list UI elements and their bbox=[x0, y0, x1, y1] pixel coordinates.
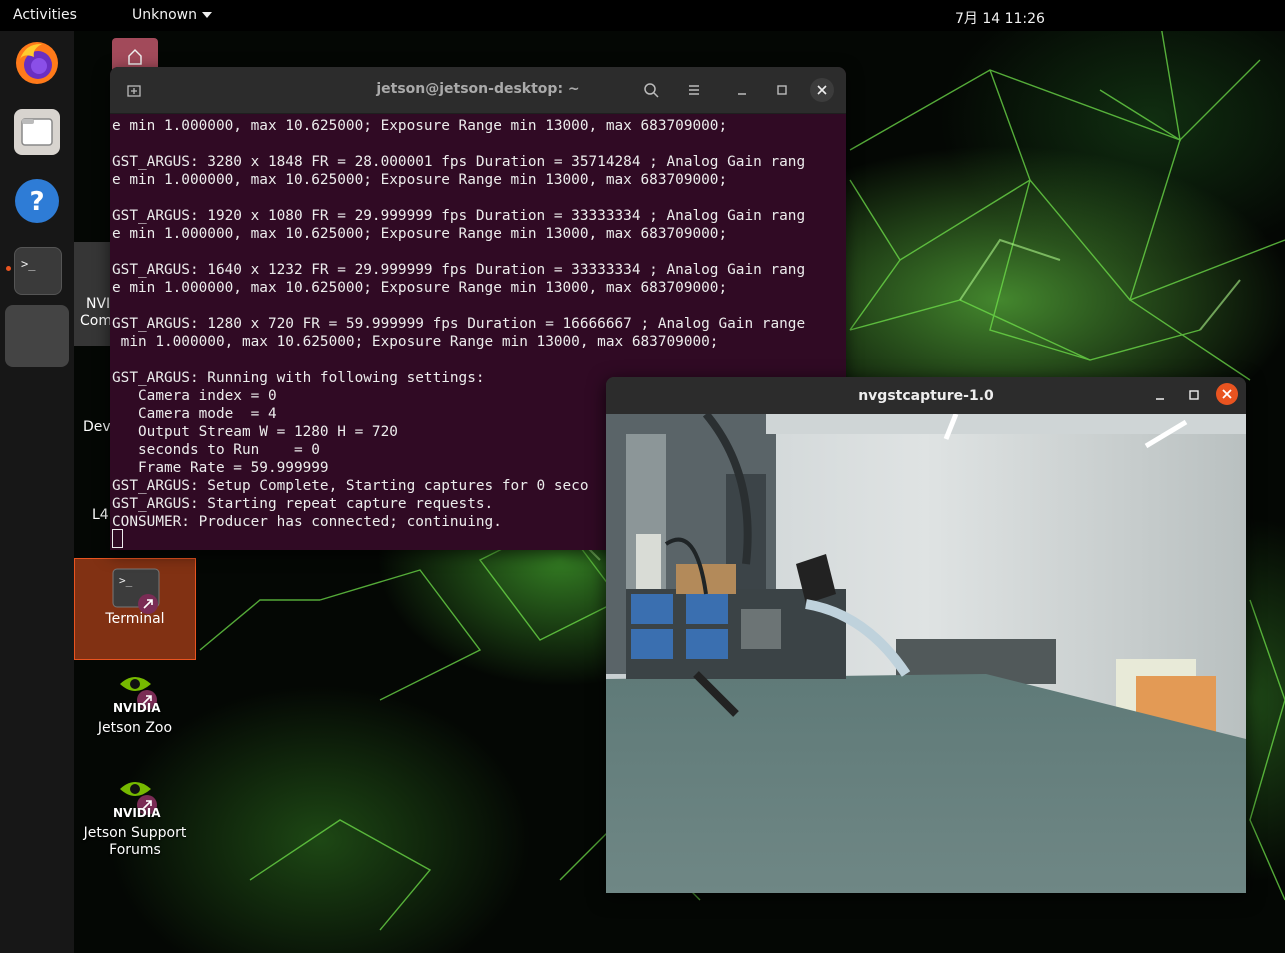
close-icon[interactable] bbox=[810, 78, 834, 102]
capture-header[interactable]: nvgstcapture-1.0 bbox=[606, 377, 1246, 414]
partial-label: NVI bbox=[86, 296, 111, 312]
hamburger-menu-icon[interactable] bbox=[682, 78, 706, 102]
terminal-line: GST_ARGUS: 3280 x 1848 FR = 28.000001 fp… bbox=[112, 154, 806, 170]
svg-text:?: ? bbox=[29, 187, 44, 217]
files-icon[interactable] bbox=[14, 109, 60, 155]
camera-frame-image bbox=[606, 414, 1246, 893]
firefox-icon[interactable] bbox=[14, 39, 60, 85]
nvidia-logo-icon: NVIDIA bbox=[113, 677, 161, 715]
dock: ? >_ bbox=[0, 31, 74, 953]
terminal-line: GST_ARGUS: 1280 x 720 FR = 59.999999 fps… bbox=[112, 316, 806, 332]
terminal-icon[interactable]: >_ bbox=[14, 247, 62, 295]
camera-preview bbox=[606, 414, 1246, 893]
desktop-icon-jetson-support-forums[interactable]: NVIDIA Jetson Support Forums bbox=[75, 773, 195, 859]
nvgstcapture-window[interactable]: nvgstcapture-1.0 bbox=[606, 377, 1246, 893]
maximize-icon[interactable] bbox=[770, 78, 794, 102]
maximize-icon[interactable] bbox=[1182, 383, 1206, 407]
running-indicator bbox=[6, 266, 11, 271]
search-icon[interactable] bbox=[639, 78, 663, 102]
desktop-icon-partial-nvidia[interactable] bbox=[74, 242, 110, 346]
terminal-line: min 1.000000, max 10.625000; Exposure Ra… bbox=[112, 334, 719, 350]
terminal-header[interactable]: jetson@jetson-desktop: ~ bbox=[110, 67, 846, 114]
desktop-icon-label: Jetson Support Forums bbox=[83, 825, 187, 858]
close-icon[interactable] bbox=[1216, 383, 1238, 405]
partial-label: Dev bbox=[83, 419, 111, 435]
svg-text:NVIDIA: NVIDIA bbox=[113, 806, 161, 820]
help-icon[interactable]: ? bbox=[14, 178, 60, 224]
desktop-icon-jetson-zoo[interactable]: NVIDIA Jetson Zoo bbox=[75, 668, 195, 736]
nvidia-logo-icon: NVIDIA bbox=[113, 782, 161, 820]
desktop-icon-label: Jetson Zoo bbox=[97, 720, 173, 736]
svg-text:>_: >_ bbox=[119, 574, 133, 587]
activities-button[interactable]: Activities bbox=[13, 7, 77, 23]
terminal-line: e min 1.000000, max 10.625000; Exposure … bbox=[112, 172, 728, 188]
terminal-line: e min 1.000000, max 10.625000; Exposure … bbox=[112, 280, 728, 296]
terminal-line: GST_ARGUS: 1640 x 1232 FR = 29.999999 fp… bbox=[112, 262, 806, 278]
app-icon[interactable] bbox=[5, 305, 69, 367]
svg-text:NVIDIA: NVIDIA bbox=[113, 701, 161, 715]
partial-label: Com bbox=[80, 313, 112, 329]
app-menu-label: Unknown bbox=[132, 7, 197, 23]
top-bar: Activities Unknown 7月 14 11:26 bbox=[0, 0, 1285, 31]
chevron-down-icon bbox=[202, 12, 212, 18]
svg-text:>_: >_ bbox=[21, 257, 36, 271]
minimize-icon[interactable] bbox=[1148, 383, 1172, 407]
minimize-icon[interactable] bbox=[730, 78, 754, 102]
app-menu[interactable]: Unknown bbox=[132, 7, 212, 23]
terminal-line: e min 1.000000, max 10.625000; Exposure … bbox=[112, 226, 728, 242]
terminal-cursor bbox=[112, 529, 123, 548]
desktop-icon-label: Terminal bbox=[105, 611, 165, 627]
desktop-icon-terminal[interactable]: >_ Terminal bbox=[74, 558, 196, 660]
partial-label: L4 bbox=[92, 507, 109, 523]
terminal-line: e min 1.000000, max 10.625000; Exposure … bbox=[112, 118, 728, 134]
clock[interactable]: 7月 14 11:26 bbox=[955, 8, 1045, 28]
terminal-line: GST_ARGUS: 1920 x 1080 FR = 29.999999 fp… bbox=[112, 208, 806, 224]
